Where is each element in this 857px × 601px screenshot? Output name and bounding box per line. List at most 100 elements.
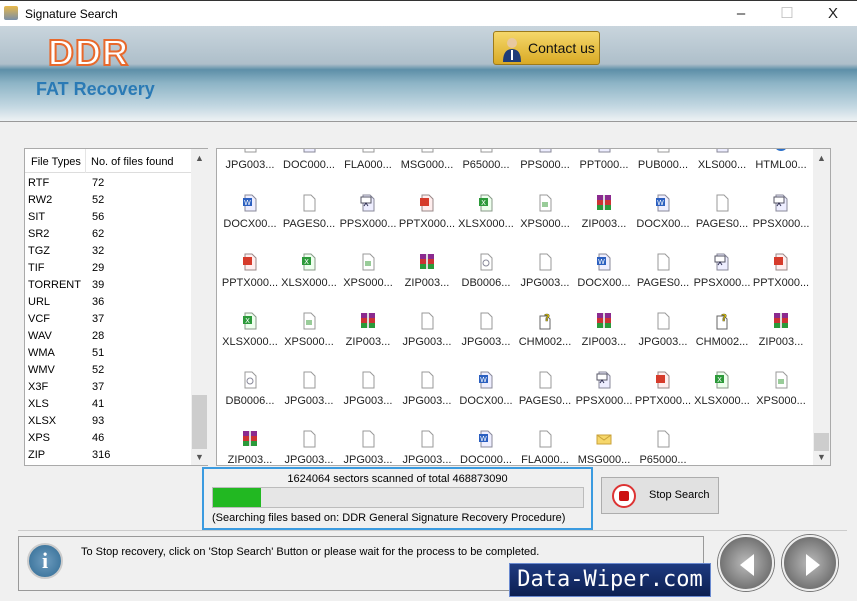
file-item[interactable]: PPSX000... [751,194,811,230]
file-item[interactable]: XPS000... [515,194,575,230]
stop-search-button[interactable]: Stop Search [601,477,719,514]
file-item[interactable]: PPTX000... [220,253,280,289]
file-item[interactable]: P65000... [456,149,516,171]
file-name: P65000... [639,454,687,466]
file-item[interactable]: JPG003... [279,371,339,407]
file-item[interactable]: MSG000... [574,430,634,465]
file-item[interactable]: ZIP003... [220,430,280,465]
file-item[interactable]: XPS000... [338,253,398,289]
table-row[interactable]: VCF 37 [28,311,188,328]
file-item[interactable]: W DOCX00... [456,371,516,407]
table-row[interactable]: TORRENT 39 [28,277,188,294]
table-row[interactable]: XLS 41 [28,396,188,413]
scroll-thumb[interactable] [192,395,207,449]
file-item[interactable]: PUB000... [633,149,693,171]
file-item[interactable]: HTML00... [751,149,811,171]
file-item[interactable]: PAGES0... [692,194,752,230]
file-item[interactable]: DB0006... [220,371,280,407]
file-item[interactable]: PAGES0... [633,253,693,289]
table-row[interactable]: X3F 37 [28,379,188,396]
file-item[interactable]: JPG003... [515,253,575,289]
file-item[interactable]: JPG003... [338,430,398,465]
table-row[interactable]: WMV 52 [28,362,188,379]
file-item[interactable]: P65000... [633,430,693,466]
info-message: To Stop recovery, click on 'Stop Search'… [81,546,540,558]
file-item[interactable]: X XLSX000... [456,194,516,230]
file-count: 46 [92,432,105,444]
next-button[interactable] [782,535,838,591]
contact-us-button[interactable]: Contact us [493,31,600,65]
table-row[interactable]: WAV 28 [28,328,188,345]
close-button[interactable]: X [818,3,848,25]
file-name: XPS000... [343,277,393,289]
progress-bar [212,487,584,508]
file-item[interactable]: JPG003... [279,430,339,465]
file-item[interactable]: ZIP003... [751,312,811,348]
file-item[interactable]: W XLS000... [692,149,752,171]
scroll-down-icon[interactable]: ▼ [813,452,830,462]
file-item[interactable]: W DOC000... [279,149,339,171]
back-button[interactable] [718,535,774,591]
file-item[interactable]: W DOCX00... [633,194,693,230]
scroll-up-icon[interactable]: ▲ [191,153,208,163]
file-type: TGZ [28,245,50,257]
file-name: PAGES0... [282,218,336,230]
table-row[interactable]: WMA 51 [28,345,188,362]
file-item[interactable]: JPG003... [220,149,280,171]
file-item[interactable]: W DOCX00... [574,253,634,289]
file-item[interactable]: W PPT000... [574,149,634,171]
file-item[interactable]: PPSX000... [692,253,752,289]
file-item[interactable]: XPS000... [751,371,811,407]
file-item[interactable]: ZIP003... [574,312,634,348]
file-item[interactable]: ? CHM002... [515,312,575,348]
file-item[interactable]: JPG003... [397,371,457,407]
file-item[interactable]: PPTX000... [633,371,693,407]
table-row[interactable]: TGZ 32 [28,243,188,260]
file-item[interactable]: PAGES0... [279,194,339,230]
file-item[interactable]: X XLSX000... [220,312,280,348]
scroll-down-icon[interactable]: ▼ [191,452,208,462]
file-item[interactable]: PPSX000... [574,371,634,407]
table-row[interactable]: ZIP 316 [28,447,188,464]
file-item[interactable]: ? CHM002... [692,312,752,348]
file-item[interactable]: JPG003... [456,312,516,348]
table-row[interactable]: XPS 46 [28,430,188,447]
table-row[interactable]: RTF 72 [28,175,188,192]
table-row[interactable]: TIF 29 [28,260,188,277]
file-item[interactable]: PPTX000... [751,253,811,289]
file-item[interactable]: FLA000... [515,430,575,465]
file-item[interactable]: XPS000... [279,312,339,348]
file-item[interactable]: PPSX000... [338,194,398,230]
scroll-thumb[interactable] [814,433,829,451]
file-item[interactable]: FLA000... [338,149,398,171]
table-row[interactable]: SIT 56 [28,209,188,226]
ppt-file-icon [656,371,670,389]
column-header-files-found[interactable]: No. of files found [91,156,174,168]
scroll-up-icon[interactable]: ▲ [813,153,830,163]
table-row[interactable]: SR2 62 [28,226,188,243]
file-item[interactable]: PPS000... [515,149,575,171]
file-item[interactable]: W DOC000... [456,430,516,465]
file-item[interactable]: DB0006... [456,253,516,289]
file-item[interactable]: JPG003... [633,312,693,348]
file-item[interactable]: JPG003... [397,430,457,465]
minimize-button[interactable]: – [726,3,756,25]
file-item[interactable]: PAGES0... [515,371,575,407]
file-item[interactable]: ZIP003... [397,253,457,289]
file-item[interactable]: ZIP003... [574,194,634,230]
file-item[interactable]: MSG000... [397,149,457,171]
file-item[interactable]: ZIP003... [338,312,398,348]
file-item[interactable]: X XLSX000... [692,371,752,407]
table-row[interactable]: RW2 52 [28,192,188,209]
table-row[interactable]: URL 36 [28,294,188,311]
grid-scrollbar[interactable]: ▲ ▼ [813,149,830,465]
table-scrollbar[interactable]: ▲ ▼ [191,149,208,465]
file-item[interactable]: JPG003... [397,312,457,348]
file-item[interactable]: JPG003... [338,371,398,407]
file-item[interactable]: PPTX000... [397,194,457,230]
file-item[interactable]: W DOCX00... [220,194,280,230]
table-row[interactable]: XLSX 93 [28,413,188,430]
column-header-file-types[interactable]: File Types [31,156,81,168]
file-item[interactable]: X XLSX000... [279,253,339,289]
maximize-button[interactable]: ☐ [772,3,802,25]
